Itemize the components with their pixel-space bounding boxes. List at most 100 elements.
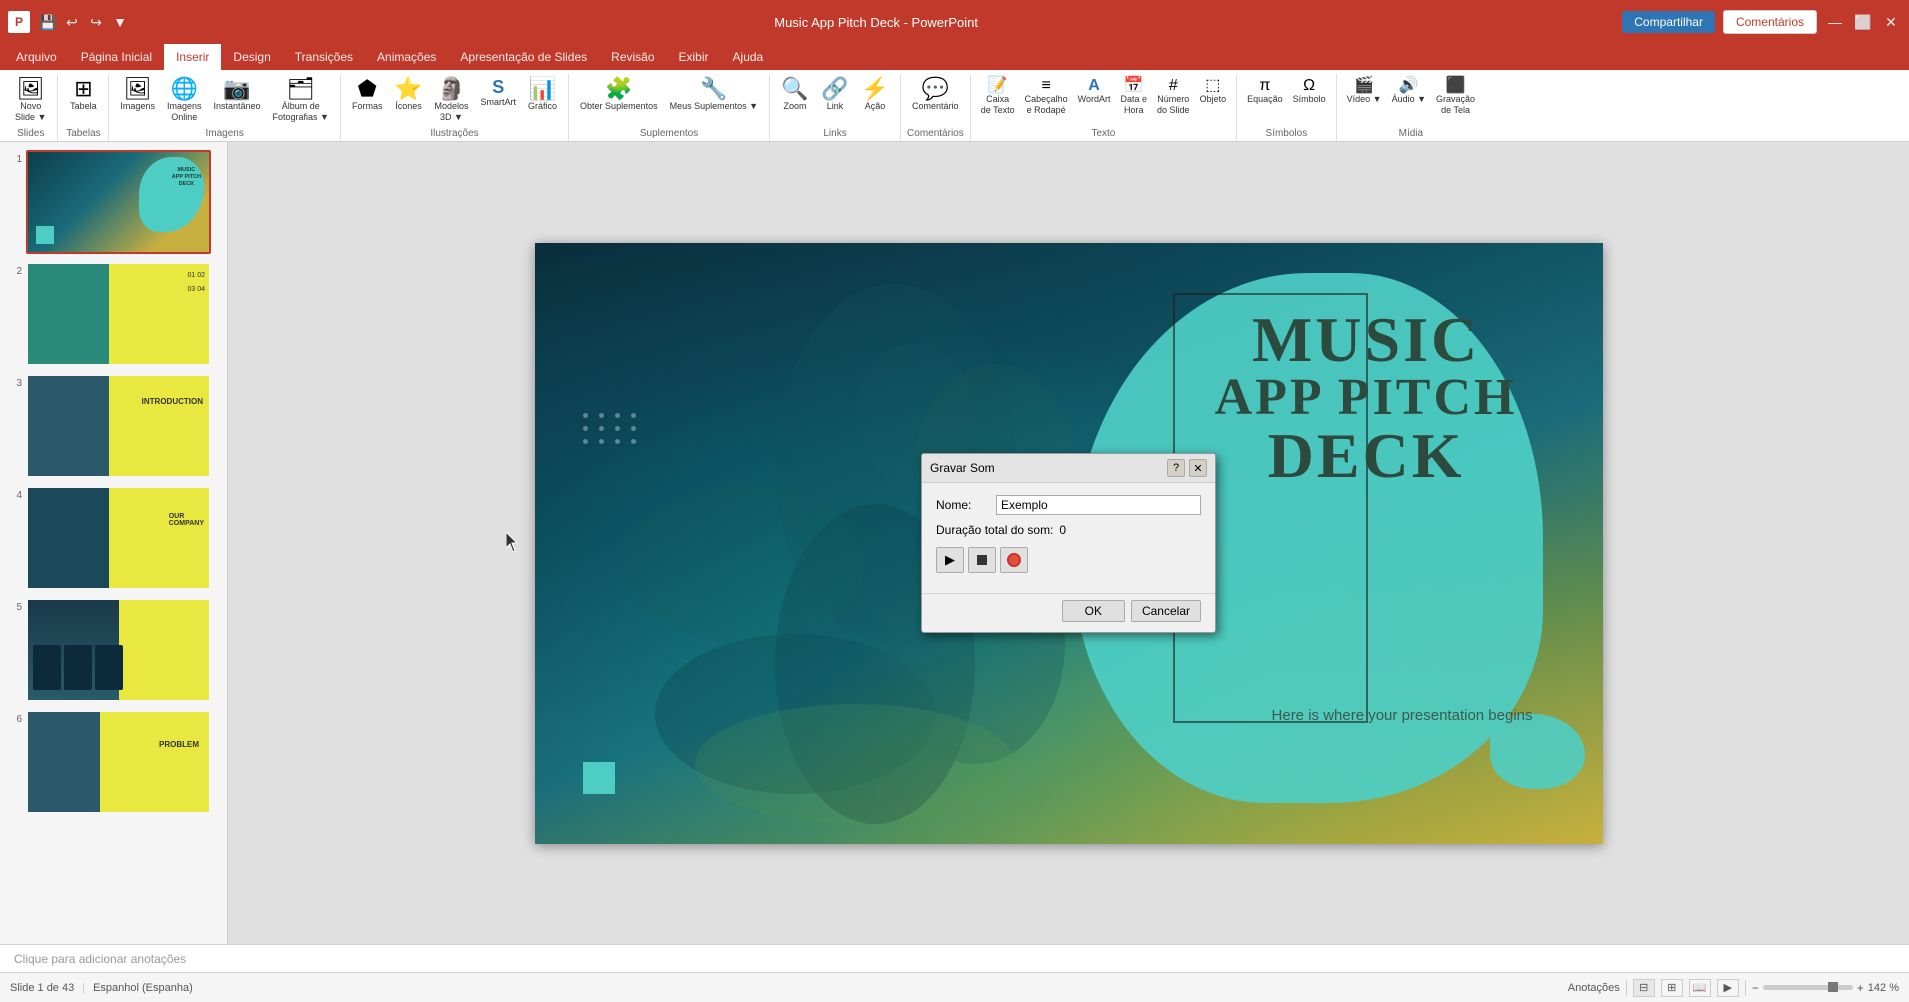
slide-canvas[interactable]: MUSIC APP PITCH DECK Here is where your … xyxy=(535,243,1603,844)
customize-qab-button[interactable]: ▼ xyxy=(110,12,130,32)
tab-inserir[interactable]: Inserir xyxy=(164,44,221,70)
notes-status-label[interactable]: Anotações xyxy=(1568,982,1620,994)
redo-button[interactable]: ↪ xyxy=(86,12,106,32)
album-fotografias-button[interactable]: 🗂 Álbum deFotografias ▼ xyxy=(268,76,334,125)
slide-thumb-2[interactable]: 2 01 0203 04 xyxy=(4,260,223,368)
instantaneo-button[interactable]: 📷 Instantâneo xyxy=(208,76,265,114)
zoom-in-button[interactable]: + xyxy=(1857,981,1864,995)
thumb2-nums: 01 0203 04 xyxy=(187,272,205,293)
slideshow-button[interactable]: ▶ xyxy=(1717,979,1739,997)
top-bar-right: Compartilhar Comentários — ⬜ ✕ xyxy=(1622,10,1901,34)
status-divider1: | xyxy=(82,982,85,994)
close-button[interactable]: ✕ xyxy=(1881,12,1901,32)
meus-suplementos-button[interactable]: 🔧 Meus Suplementos ▼ xyxy=(665,76,763,114)
icones-icon: ⭐ xyxy=(395,78,422,100)
notes-area[interactable]: Clique para adicionar anotações xyxy=(0,944,1909,972)
play-button[interactable]: ▶ xyxy=(936,547,964,573)
slide-panel[interactable]: 1 MUSICAPP PITCHDECK 2 01 0203 04 3 xyxy=(0,142,228,944)
dialog-ok-button[interactable]: OK xyxy=(1062,600,1125,622)
tab-exibir[interactable]: Exibir xyxy=(667,44,721,70)
slide-img-2[interactable]: 01 0203 04 xyxy=(26,262,211,366)
imagens-online-button[interactable]: 🌐 ImagensOnline xyxy=(162,76,207,125)
grafico-button[interactable]: 📊 Gráfico xyxy=(523,76,562,114)
objeto-button[interactable]: ⬚ Objeto xyxy=(1196,76,1231,107)
slide-thumb-6[interactable]: 6 PROBLEM xyxy=(4,708,223,816)
zoom-out-button[interactable]: − xyxy=(1752,981,1759,995)
audio-button[interactable]: 🔊 Áudio ▼ xyxy=(1388,76,1430,107)
cabecalho-rodape-icon: ≡ xyxy=(1041,78,1050,94)
zoom-slider[interactable] xyxy=(1763,985,1853,990)
save-button[interactable]: 💾 xyxy=(38,12,58,32)
zoom-level: 142 % xyxy=(1868,982,1899,994)
link-button[interactable]: 🔗 Link xyxy=(816,76,854,114)
slide-img-1[interactable]: MUSICAPP PITCHDECK xyxy=(26,150,211,254)
novo-slide-button[interactable]: 🖼 NovoSlide ▼ xyxy=(10,76,51,125)
wordart-button[interactable]: A WordArt xyxy=(1074,76,1115,107)
tab-revisao[interactable]: Revisão xyxy=(599,44,666,70)
thumb5-people xyxy=(33,645,123,690)
slide-thumb-4[interactable]: 4 OURCOMPANY xyxy=(4,484,223,592)
reading-view-button[interactable]: 📖 xyxy=(1689,979,1711,997)
caixa-texto-button[interactable]: 📝 Caixade Texto xyxy=(977,76,1019,118)
status-left: Slide 1 de 43 | Espanhol (Espanha) xyxy=(10,982,193,994)
modelos-3d-button[interactable]: 🗿 Modelos3D ▼ xyxy=(429,76,473,125)
group-label-suplementos: Suplementos xyxy=(575,126,763,141)
video-icon: 🎬 xyxy=(1354,78,1374,94)
cabecalho-rodape-button[interactable]: ≡ Cabeçalhoe Rodapé xyxy=(1021,76,1072,118)
data-hora-button[interactable]: 📅 Data eHora xyxy=(1117,76,1152,118)
comments-button[interactable]: Comentários xyxy=(1723,10,1817,34)
tab-design[interactable]: Design xyxy=(221,44,282,70)
normal-view-button[interactable]: ⊟ xyxy=(1633,979,1655,997)
group-label-slides: Slides xyxy=(10,126,51,141)
slide-img-5[interactable] xyxy=(26,598,211,702)
equacao-button[interactable]: π Equação xyxy=(1243,76,1287,107)
title-center: Music App Pitch Deck - PowerPoint xyxy=(130,15,1622,30)
imagens-button[interactable]: 🖼 Imagens xyxy=(115,76,160,114)
slide-sorter-button[interactable]: ⊞ xyxy=(1661,979,1683,997)
numero-slide-button[interactable]: # Númerodo Slide xyxy=(1153,76,1194,118)
thumb3-img xyxy=(28,376,109,476)
stop-button[interactable] xyxy=(968,547,996,573)
slide-img-4[interactable]: OURCOMPANY xyxy=(26,486,211,590)
slide-img-6[interactable]: PROBLEM xyxy=(26,710,211,814)
dialog-title-text: Gravar Som xyxy=(930,461,995,475)
thumb1-text: MUSICAPP PITCHDECK xyxy=(172,167,201,188)
tabela-button[interactable]: ⊞ Tabela xyxy=(64,76,102,114)
gravacao-tela-button[interactable]: ⬛ Gravaçãode Tela xyxy=(1432,76,1479,118)
dialog-cancel-button[interactable]: Cancelar xyxy=(1131,600,1201,622)
undo-button[interactable]: ↩ xyxy=(62,12,82,32)
slide-img-3[interactable]: INTRODUCTION xyxy=(26,374,211,478)
dialog-name-input[interactable] xyxy=(996,495,1201,515)
smartart-button[interactable]: S SmartArt xyxy=(476,76,522,110)
icones-button[interactable]: ⭐ Ícones xyxy=(389,76,427,114)
simbolo-button[interactable]: Ω Símbolo xyxy=(1289,76,1330,107)
slide-num-5: 5 xyxy=(6,598,22,702)
dialog-footer: OK Cancelar xyxy=(922,593,1215,632)
tab-ajuda[interactable]: Ajuda xyxy=(721,44,776,70)
formas-button[interactable]: ⬟ Formas xyxy=(347,76,388,114)
tab-transicoes[interactable]: Transições xyxy=(283,44,365,70)
tab-arquivo[interactable]: Arquivo xyxy=(4,44,69,70)
gravar-som-dialog[interactable]: Gravar Som ? ✕ Nome: xyxy=(921,453,1216,633)
slide-thumb-5[interactable]: 5 xyxy=(4,596,223,704)
tab-animacoes[interactable]: Animações xyxy=(365,44,448,70)
zoom-button[interactable]: 🔍 Zoom xyxy=(776,76,814,114)
acao-button[interactable]: ⚡ Ação xyxy=(856,76,894,114)
tab-pagina-inicial[interactable]: Página Inicial xyxy=(69,44,164,70)
file-name: Music App Pitch Deck - PowerPoint xyxy=(774,15,978,30)
record-button[interactable] xyxy=(1000,547,1028,573)
dialog-duration-value: 0 xyxy=(1059,523,1066,537)
maximize-button[interactable]: ⬜ xyxy=(1853,12,1873,32)
smartart-icon: S xyxy=(492,78,504,96)
slide-thumb-1[interactable]: 1 MUSICAPP PITCHDECK xyxy=(4,148,223,256)
dialog-close-button[interactable]: ✕ xyxy=(1189,459,1207,477)
video-button[interactable]: 🎬 Vídeo ▼ xyxy=(1343,76,1386,107)
dialog-help-button[interactable]: ? xyxy=(1167,459,1185,477)
tab-apresentacao[interactable]: Apresentação de Slides xyxy=(448,44,599,70)
comentario-button[interactable]: 💬 Comentário xyxy=(907,76,964,114)
slide-num-6: 6 xyxy=(6,710,22,814)
minimize-button[interactable]: — xyxy=(1825,12,1845,32)
slide-thumb-3[interactable]: 3 INTRODUCTION xyxy=(4,372,223,480)
obter-suplementos-button[interactable]: 🧩 Obter Suplementos xyxy=(575,76,663,114)
share-button[interactable]: Compartilhar xyxy=(1622,11,1715,33)
